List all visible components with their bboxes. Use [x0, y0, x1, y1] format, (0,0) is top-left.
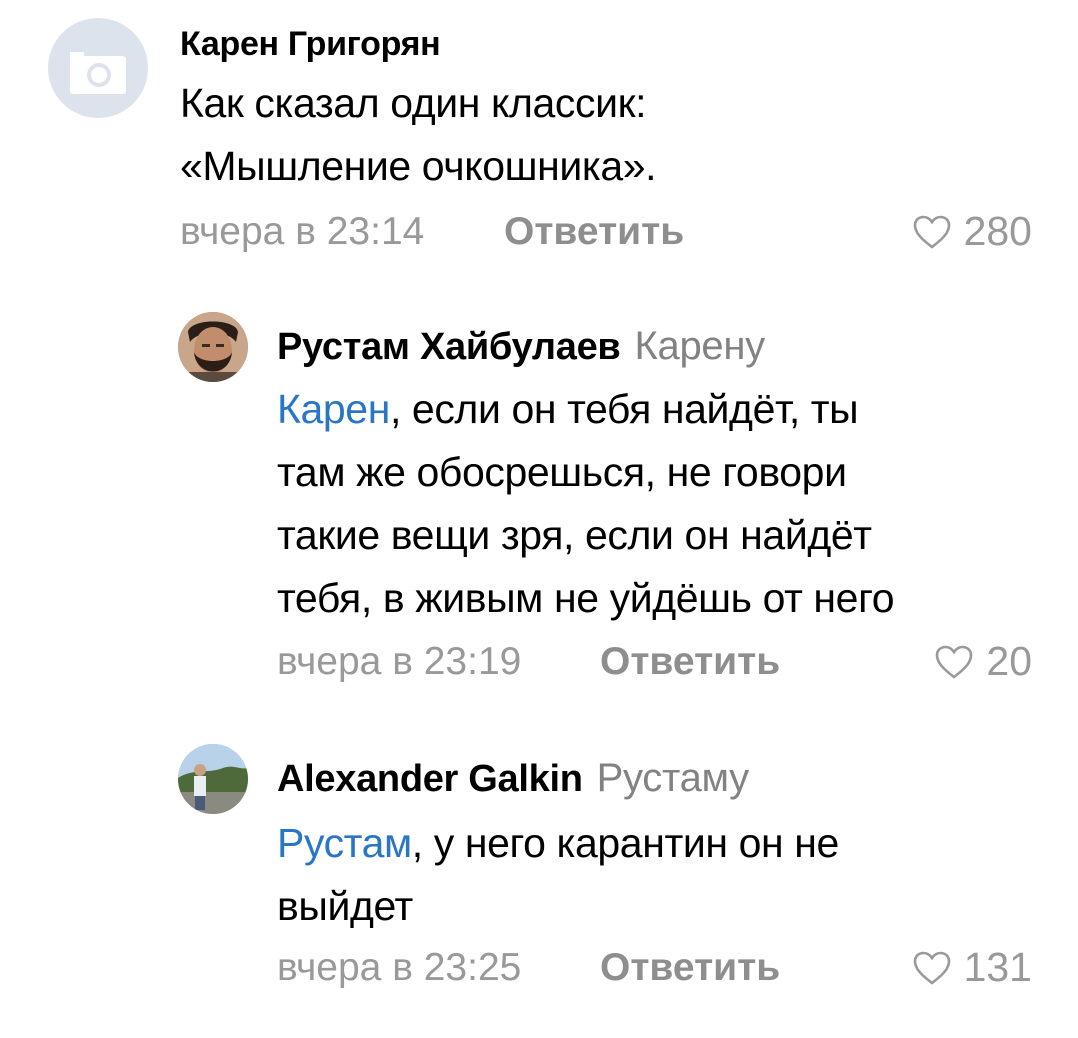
reply-button[interactable]: Ответить — [600, 946, 780, 990]
comment-author[interactable]: Alexander Galkin Рустаму — [277, 756, 749, 801]
comment-text: Карен, если он тебя найдёт, ты там же об… — [277, 378, 895, 630]
avatar[interactable] — [48, 18, 148, 118]
comment-line: выйдет — [277, 883, 413, 929]
comment-text: Рустам, у него карантин он не выйдет — [277, 812, 839, 938]
comment-line: тебя, в живым не уйдёшь от него — [277, 575, 895, 621]
comment-time: вчера в 23:14 — [180, 210, 425, 253]
comment-line: Карен, если он тебя найдёт, ты — [277, 378, 894, 441]
comment-text: Как сказал один классик: «Мышление очкош… — [180, 72, 657, 198]
comment-line-text: , если он тебя найдёт, ты — [389, 386, 859, 432]
reply-button[interactable]: Ответить — [600, 640, 780, 684]
comment-time: вчера в 23:25 — [277, 946, 522, 989]
user-photo-icon — [178, 744, 248, 814]
mention-link[interactable]: Карен — [277, 386, 390, 432]
comment-line: там же обосрешься, не говори — [277, 449, 847, 495]
comment-line-text: , у него карантин он не — [411, 820, 839, 866]
like-button[interactable]: 280 — [912, 208, 1032, 255]
comment-line: такие вещи зря, если он найдёт — [277, 512, 872, 558]
like-button[interactable]: 20 — [934, 638, 1032, 685]
avatar[interactable] — [178, 312, 248, 382]
heart-icon — [936, 645, 973, 679]
like-count: 131 — [963, 944, 1032, 990]
comment-line: Как сказал один классик: — [180, 80, 647, 126]
avatar[interactable] — [178, 744, 248, 814]
author-name[interactable]: Рустам Хайбулаев — [277, 326, 621, 368]
reply-to-label[interactable]: Рустаму — [597, 756, 750, 800]
comment-author[interactable]: Карен Григорян — [180, 25, 441, 64]
author-name[interactable]: Карен Григорян — [180, 25, 441, 63]
user-photo-icon — [178, 312, 248, 382]
heart-icon — [913, 215, 950, 249]
heart-icon — [913, 951, 950, 985]
comment-line: «Мышление очкошника». — [180, 143, 657, 189]
reply-button[interactable]: Ответить — [504, 210, 684, 254]
like-count: 20 — [986, 638, 1032, 684]
comment-time: вчера в 23:19 — [277, 640, 522, 683]
mention-link[interactable]: Рустам — [277, 820, 412, 866]
like-button[interactable]: 131 — [912, 944, 1032, 991]
comment-line: Рустам, у него карантин он не — [277, 812, 839, 875]
camera-placeholder-icon — [70, 52, 126, 94]
like-count: 280 — [963, 208, 1032, 254]
comment-author[interactable]: Рустам Хайбулаев Карену — [277, 324, 765, 369]
reply-to-label[interactable]: Карену — [635, 324, 766, 368]
author-name[interactable]: Alexander Galkin — [277, 758, 583, 800]
